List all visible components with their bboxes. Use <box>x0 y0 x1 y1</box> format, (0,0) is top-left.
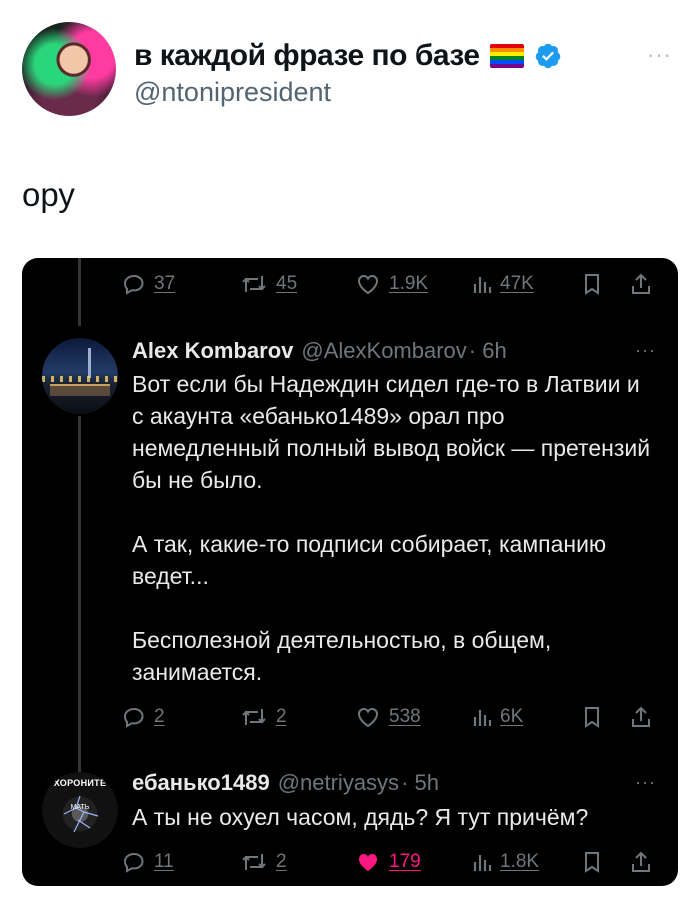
like-button[interactable]: 1.9K <box>355 268 428 300</box>
repost-button[interactable]: 2 <box>240 846 287 878</box>
repost-icon <box>242 854 266 870</box>
action-bar: 11 2 179 1.8K <box>122 846 662 878</box>
views-count: 6K <box>500 706 524 727</box>
tweet-author-handle[interactable]: @netriyasys <box>278 770 399 796</box>
tweet-time[interactable]: · 6h <box>469 338 507 364</box>
repost-count: 45 <box>276 273 298 294</box>
more-options-icon[interactable]: ··· <box>647 42 672 68</box>
repost-count: 2 <box>276 706 287 727</box>
share-button[interactable] <box>630 701 652 733</box>
reply-button[interactable]: 37 <box>122 268 175 300</box>
heart-icon <box>357 707 379 728</box>
share-button[interactable] <box>630 846 652 878</box>
tweet-author-name[interactable]: ебанько1489 <box>132 770 270 796</box>
avatar-caption: ХОРОНИТЕ <box>53 778 107 788</box>
tweet-paragraph: Бесполезной деятельностью, в общем, зани… <box>132 627 552 685</box>
more-options-icon[interactable]: ··· <box>635 340 656 361</box>
heart-icon <box>357 274 379 295</box>
like-button[interactable]: 179 <box>355 846 421 878</box>
bookmark-icon <box>585 852 599 873</box>
share-icon <box>632 273 650 294</box>
outer-post-header: в каждой фразе по базе @ntonipresident ·… <box>22 22 678 122</box>
bookmark-icon <box>585 274 599 295</box>
quoted-thread-card: 37 45 1.9K 47K Alex Kombarov @AlexKombar… <box>22 258 678 886</box>
outer-avatar[interactable] <box>22 22 116 116</box>
reply-icon <box>123 274 144 295</box>
reply-count: 2 <box>154 706 165 727</box>
tweet-text: Вот если бы Надеждин сидел где-то в Латв… <box>132 368 652 688</box>
tweet-paragraph: А так, какие-то подписи собирает, кампан… <box>132 531 607 589</box>
views-button[interactable]: 1.8K <box>472 846 539 878</box>
bookmark-button[interactable] <box>582 701 602 733</box>
like-count: 538 <box>389 706 421 727</box>
views-button[interactable]: 47K <box>472 268 534 300</box>
tweet-text: А ты не охуел часом, дядь? Я тут причём? <box>132 801 652 833</box>
reply-button[interactable]: 2 <box>122 701 165 733</box>
repost-icon <box>242 276 266 292</box>
bookmark-icon <box>585 707 599 728</box>
tweet-header: ебанько1489 @netriyasys · 5h <box>132 770 439 800</box>
avatar-caption: МАТЬ <box>70 804 90 811</box>
tweet-paragraph: А ты не охуел часом, дядь? Я тут причём? <box>132 804 589 830</box>
repost-icon <box>242 709 266 725</box>
reply-count: 11 <box>154 851 174 872</box>
thread-line <box>78 416 81 772</box>
tweet-paragraph: Вот если бы Надеждин сидел где-то в Латв… <box>132 371 651 493</box>
repost-count: 2 <box>276 851 287 872</box>
outer-name-row: в каждой фразе по базе <box>134 38 562 74</box>
bookmark-button[interactable] <box>582 268 602 300</box>
heart-filled-icon <box>359 854 377 871</box>
tweet-author-name[interactable]: Alex Kombarov <box>132 338 293 364</box>
action-bar: 2 2 538 6K <box>122 701 662 733</box>
share-button[interactable] <box>630 268 652 300</box>
views-icon <box>473 855 492 871</box>
reply-count: 37 <box>154 273 176 294</box>
like-count: 1.9K <box>389 273 429 294</box>
reply-icon <box>123 707 144 728</box>
tweet-header: Alex Kombarov @AlexKombarov · 6h <box>132 338 507 368</box>
lightning-icon <box>63 795 99 833</box>
views-icon <box>473 277 492 293</box>
outer-display-name[interactable]: в каждой фразе по базе <box>134 39 480 73</box>
action-bar: 37 45 1.9K 47K <box>122 268 662 300</box>
tweet-author-handle[interactable]: @AlexKombarov <box>301 338 466 364</box>
avatar-alex-kombarov[interactable] <box>42 338 118 414</box>
outer-handle[interactable]: @ntonipresident <box>134 77 331 108</box>
share-icon <box>632 706 650 727</box>
outer-post-text: ору <box>22 176 75 213</box>
share-icon <box>632 851 650 872</box>
repost-button[interactable]: 45 <box>240 268 297 300</box>
reply-button[interactable]: 11 <box>122 846 174 878</box>
views-count: 47K <box>500 273 534 294</box>
avatar-ebanko1489[interactable]: ХОРОНИТЕ МАТЬ <box>42 772 118 848</box>
tweet-time[interactable]: · 5h <box>401 770 439 796</box>
more-options-icon[interactable]: ··· <box>635 772 656 793</box>
views-icon <box>473 710 492 726</box>
reply-icon <box>123 852 144 873</box>
like-count: 179 <box>389 851 421 872</box>
repost-button[interactable]: 2 <box>240 701 287 733</box>
like-button[interactable]: 538 <box>355 701 421 733</box>
views-button[interactable]: 6K <box>472 701 523 733</box>
verified-badge-icon <box>535 43 560 69</box>
bookmark-button[interactable] <box>582 846 602 878</box>
rainbow-flag-icon <box>489 44 524 68</box>
thread-line <box>78 258 81 326</box>
views-count: 1.8K <box>500 851 540 872</box>
